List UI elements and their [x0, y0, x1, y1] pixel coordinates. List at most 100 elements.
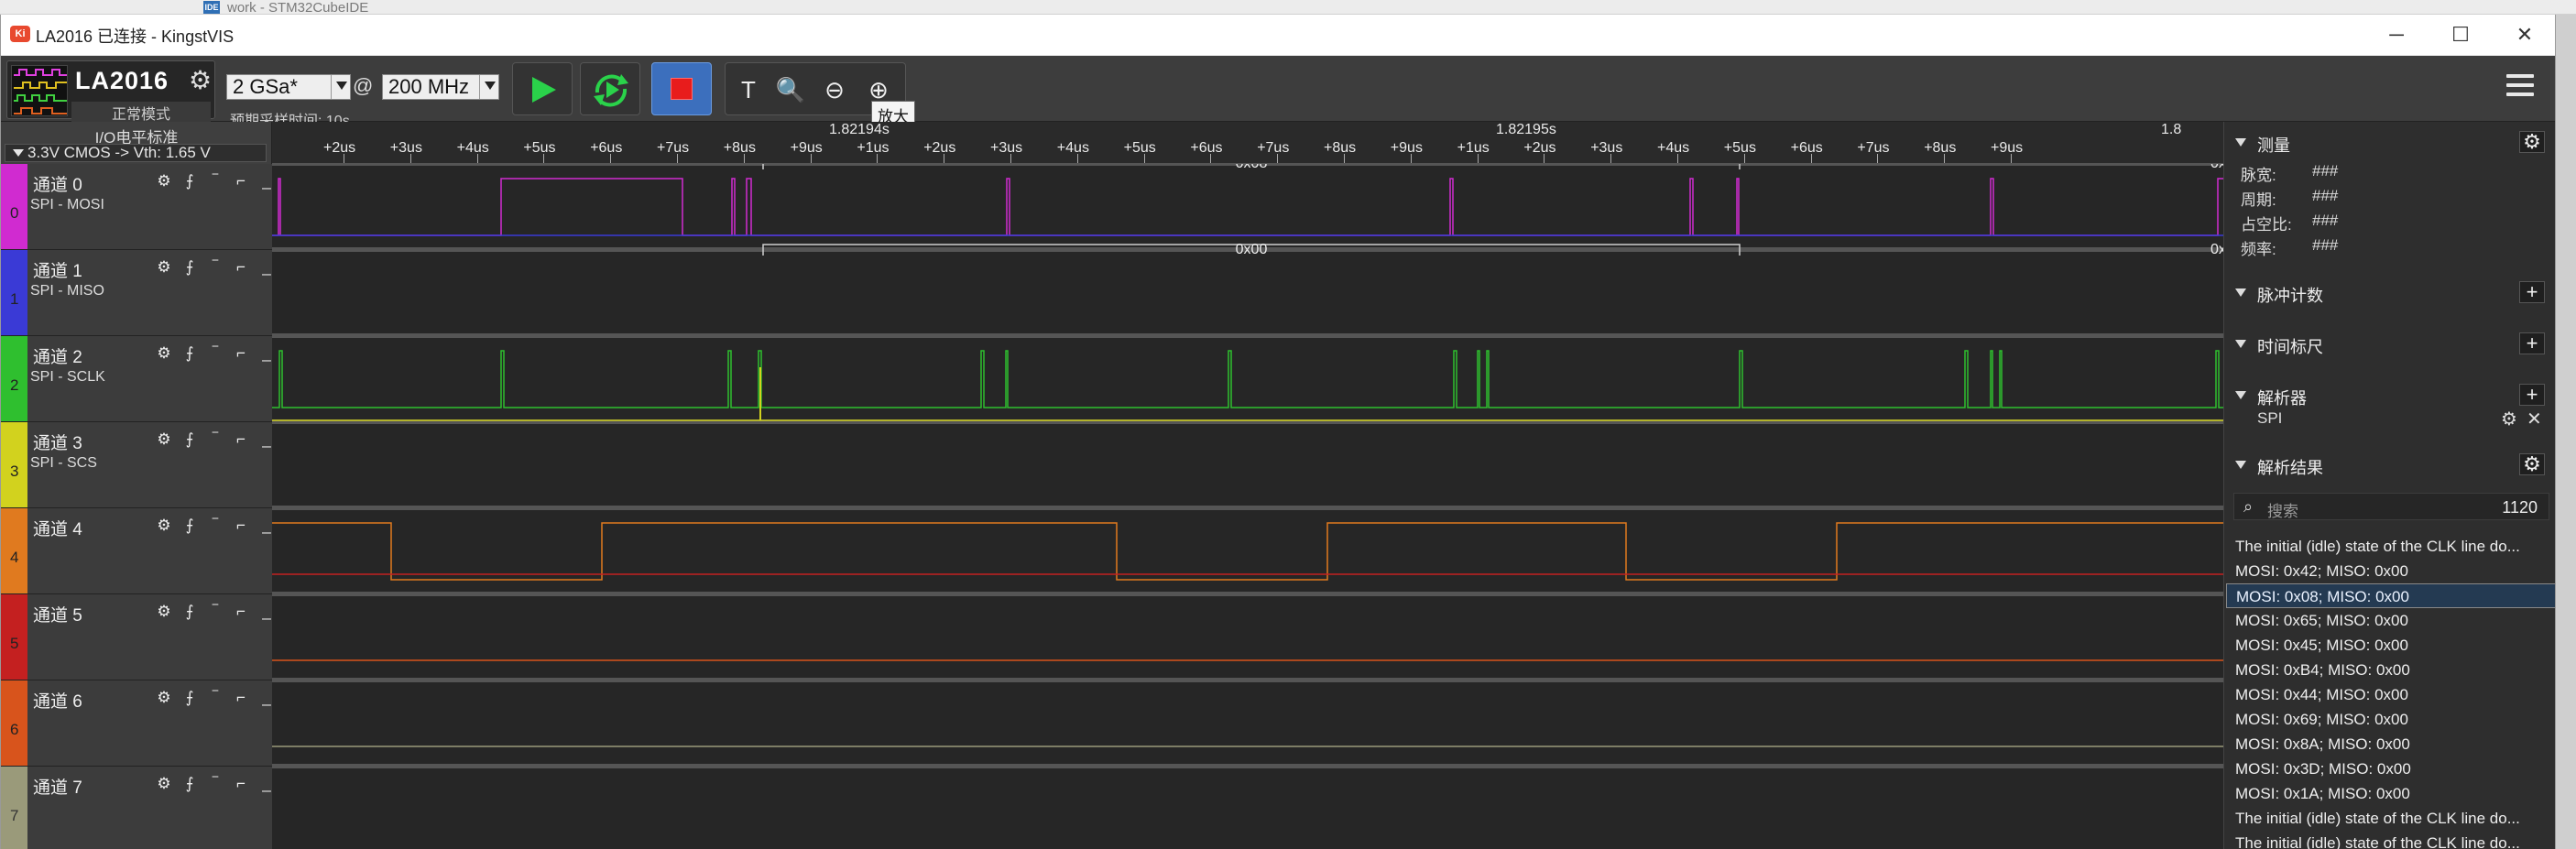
run-button[interactable]	[512, 62, 573, 115]
result-row[interactable]: MOSI: 0x65; MISO: 0x00	[2226, 608, 2555, 633]
falling-edge-trigger-icon[interactable]: ⌐	[230, 602, 252, 622]
maximize-button[interactable]: ☐	[2429, 15, 2493, 55]
result-row[interactable]: MOSI: 0x44; MISO: 0x00	[2226, 682, 2555, 707]
close-button[interactable]: ✕	[2493, 15, 2555, 55]
channel-settings-icon[interactable]: ⚙	[153, 257, 175, 278]
add-icon[interactable]: +	[2519, 332, 2545, 354]
result-row[interactable]: The initial (idle) state of the CLK line…	[2226, 806, 2555, 831]
channel-name[interactable]: 通道 4	[33, 516, 82, 540]
channel-row[interactable]: 7 通道 7 ⚙ ⨍ ‾ ⌐ _	[1, 767, 272, 849]
results-section[interactable]: 解析结果 ⚙	[2224, 452, 2555, 479]
channel-name[interactable]: 通道 2	[33, 343, 82, 368]
channel-settings-icon[interactable]: ⚙	[153, 688, 175, 708]
channel-settings-icon[interactable]: ⚙	[153, 602, 175, 622]
analyzer-item-spi[interactable]: SPI	[2257, 409, 2282, 428]
result-row[interactable]: MOSI: 0x45; MISO: 0x00	[2226, 633, 2555, 658]
high-level-trigger-icon[interactable]: ‾	[204, 343, 226, 364]
rising-edge-trigger-icon[interactable]: ⨍	[179, 257, 201, 278]
ruler-tick	[1610, 154, 1612, 163]
channel-settings-icon[interactable]: ⚙	[153, 774, 175, 794]
falling-edge-trigger-icon[interactable]: ⌐	[230, 257, 252, 278]
rising-edge-trigger-icon[interactable]: ⨍	[179, 516, 201, 536]
ruler-tick-label: +1us	[1457, 140, 1490, 156]
zoom-out-icon[interactable]: ⊖	[819, 74, 850, 105]
sample-rate-select[interactable]: 2 GSa*	[226, 74, 351, 100]
device-settings-icon[interactable]: ⚙	[189, 67, 212, 94]
rising-edge-trigger-icon[interactable]: ⨍	[179, 688, 201, 708]
rising-edge-trigger-icon[interactable]: ⨍	[179, 774, 201, 794]
analyzer-settings-icon[interactable]: ⚙	[2501, 408, 2517, 430]
channel-name[interactable]: 通道 1	[33, 257, 82, 282]
high-level-trigger-icon[interactable]: ‾	[204, 516, 226, 536]
result-row[interactable]: MOSI: 0x1A; MISO: 0x00	[2226, 781, 2555, 806]
results-search-input[interactable]: ⌕ 搜索 1120	[2233, 493, 2549, 520]
result-row[interactable]: MOSI: 0x69; MISO: 0x00	[2226, 707, 2555, 732]
rising-edge-trigger-icon[interactable]: ⨍	[179, 343, 201, 364]
zoom-fit-icon[interactable]: 🔍	[775, 74, 806, 105]
time-ruler-section[interactable]: 时间标尺 +	[2224, 331, 2555, 358]
channel-row[interactable]: 5 通道 5 ⚙ ⨍ ‾ ⌐ _	[1, 594, 272, 680]
rising-edge-trigger-icon[interactable]: ⨍	[179, 171, 201, 191]
rising-edge-trigger-icon[interactable]: ⨍	[179, 602, 201, 622]
channel-row[interactable]: 1 通道 1 SPI - MISO ⚙ ⨍ ‾ ⌐ _	[1, 250, 272, 336]
falling-edge-trigger-icon[interactable]: ⌐	[230, 774, 252, 794]
select-divider	[331, 75, 332, 99]
sample-depth-value: 200 MHz	[388, 75, 470, 98]
result-row[interactable]: MOSI: 0x8A; MISO: 0x00	[2226, 732, 2555, 756]
channel-name[interactable]: 通道 5	[33, 602, 82, 626]
high-level-trigger-icon[interactable]: ‾	[204, 171, 226, 191]
channel-row[interactable]: 6 通道 6 ⚙ ⨍ ‾ ⌐ _	[1, 680, 272, 767]
result-row[interactable]: The initial (idle) state of the CLK line…	[2226, 534, 2555, 559]
device-panel[interactable]: LA2016 ⚙ 正常模式	[6, 60, 215, 124]
loop-run-icon	[594, 74, 628, 107]
falling-edge-trigger-icon[interactable]: ⌐	[230, 430, 252, 450]
channel-row[interactable]: 2 通道 2 SPI - SCLK ⚙ ⨍ ‾ ⌐ _	[1, 336, 272, 422]
falling-edge-trigger-icon[interactable]: ⌐	[230, 688, 252, 708]
result-row[interactable]: MOSI: 0x3D; MISO: 0x00	[2226, 756, 2555, 781]
rising-edge-trigger-icon[interactable]: ⨍	[179, 430, 201, 450]
result-row[interactable]: MOSI: 0x42; MISO: 0x00	[2226, 559, 2555, 583]
channel-name[interactable]: 通道 6	[33, 688, 82, 713]
gear-icon[interactable]: ⚙	[2519, 453, 2545, 475]
background-app-title[interactable]: IDE work - STM32CubeIDE	[203, 0, 368, 16]
high-level-trigger-icon[interactable]: ‾	[204, 430, 226, 450]
time-ruler[interactable]: +2us +3us +4us +5us +6us +7us +8us +9us +1us +2us…	[272, 122, 2223, 164]
channel-row[interactable]: 3 通道 3 SPI - SCS ⚙ ⨍ ‾ ⌐ _	[1, 422, 272, 508]
result-row[interactable]: MOSI: 0x08; MISO: 0x00	[2226, 583, 2555, 608]
waveform-area[interactable]: 0x08 0x00 0x 0x	[272, 156, 2226, 849]
high-level-trigger-icon[interactable]: ‾	[204, 688, 226, 708]
channel-settings-icon[interactable]: ⚙	[153, 171, 175, 191]
analyzer-remove-icon[interactable]: ✕	[2527, 408, 2542, 430]
pulse-count-section[interactable]: 脉冲计数 +	[2224, 279, 2555, 307]
stop-button[interactable]	[651, 62, 712, 115]
high-level-trigger-icon[interactable]: ‾	[204, 774, 226, 794]
search-placeholder: 搜索	[2267, 503, 2298, 520]
falling-edge-trigger-icon[interactable]: ⌐	[230, 516, 252, 536]
analyzer-section[interactable]: 解析器 +	[2224, 382, 2555, 409]
channel-settings-icon[interactable]: ⚙	[153, 343, 175, 364]
channel-name[interactable]: 通道 7	[33, 774, 82, 799]
measure-section[interactable]: 测量 ⚙	[2224, 129, 2555, 157]
io-level-select[interactable]: 3.3V CMOS -> Vth: 1.65 V	[5, 144, 267, 162]
high-level-trigger-icon[interactable]: ‾	[204, 602, 226, 622]
result-row[interactable]: MOSI: 0xB4; MISO: 0x00	[2226, 658, 2555, 682]
gear-icon[interactable]: ⚙	[2519, 131, 2545, 153]
falling-edge-trigger-icon[interactable]: ⌐	[230, 343, 252, 364]
minimize-button[interactable]: ─	[2364, 15, 2429, 55]
channel-settings-icon[interactable]: ⚙	[153, 430, 175, 450]
channel-row[interactable]: 0 通道 0 SPI - MOSI ⚙ ⨍ ‾ ⌐ _	[1, 164, 272, 250]
channel-name[interactable]: 通道 0	[33, 171, 82, 196]
add-icon[interactable]: +	[2519, 281, 2545, 303]
ruler-tick	[1277, 154, 1279, 163]
text-tool-icon[interactable]: T	[733, 74, 764, 105]
hamburger-menu-icon[interactable]	[2506, 74, 2534, 102]
channel-row[interactable]: 4 通道 4 ⚙ ⨍ ‾ ⌐ _	[1, 508, 272, 594]
sample-depth-select[interactable]: 200 MHz	[382, 74, 499, 100]
result-row[interactable]: The initial (idle) state of the CLK line…	[2226, 831, 2555, 849]
add-icon[interactable]: +	[2519, 384, 2545, 406]
falling-edge-trigger-icon[interactable]: ⌐	[230, 171, 252, 191]
high-level-trigger-icon[interactable]: ‾	[204, 257, 226, 278]
channel-name[interactable]: 通道 3	[33, 430, 82, 454]
channel-settings-icon[interactable]: ⚙	[153, 516, 175, 536]
loop-run-button[interactable]	[580, 62, 640, 115]
